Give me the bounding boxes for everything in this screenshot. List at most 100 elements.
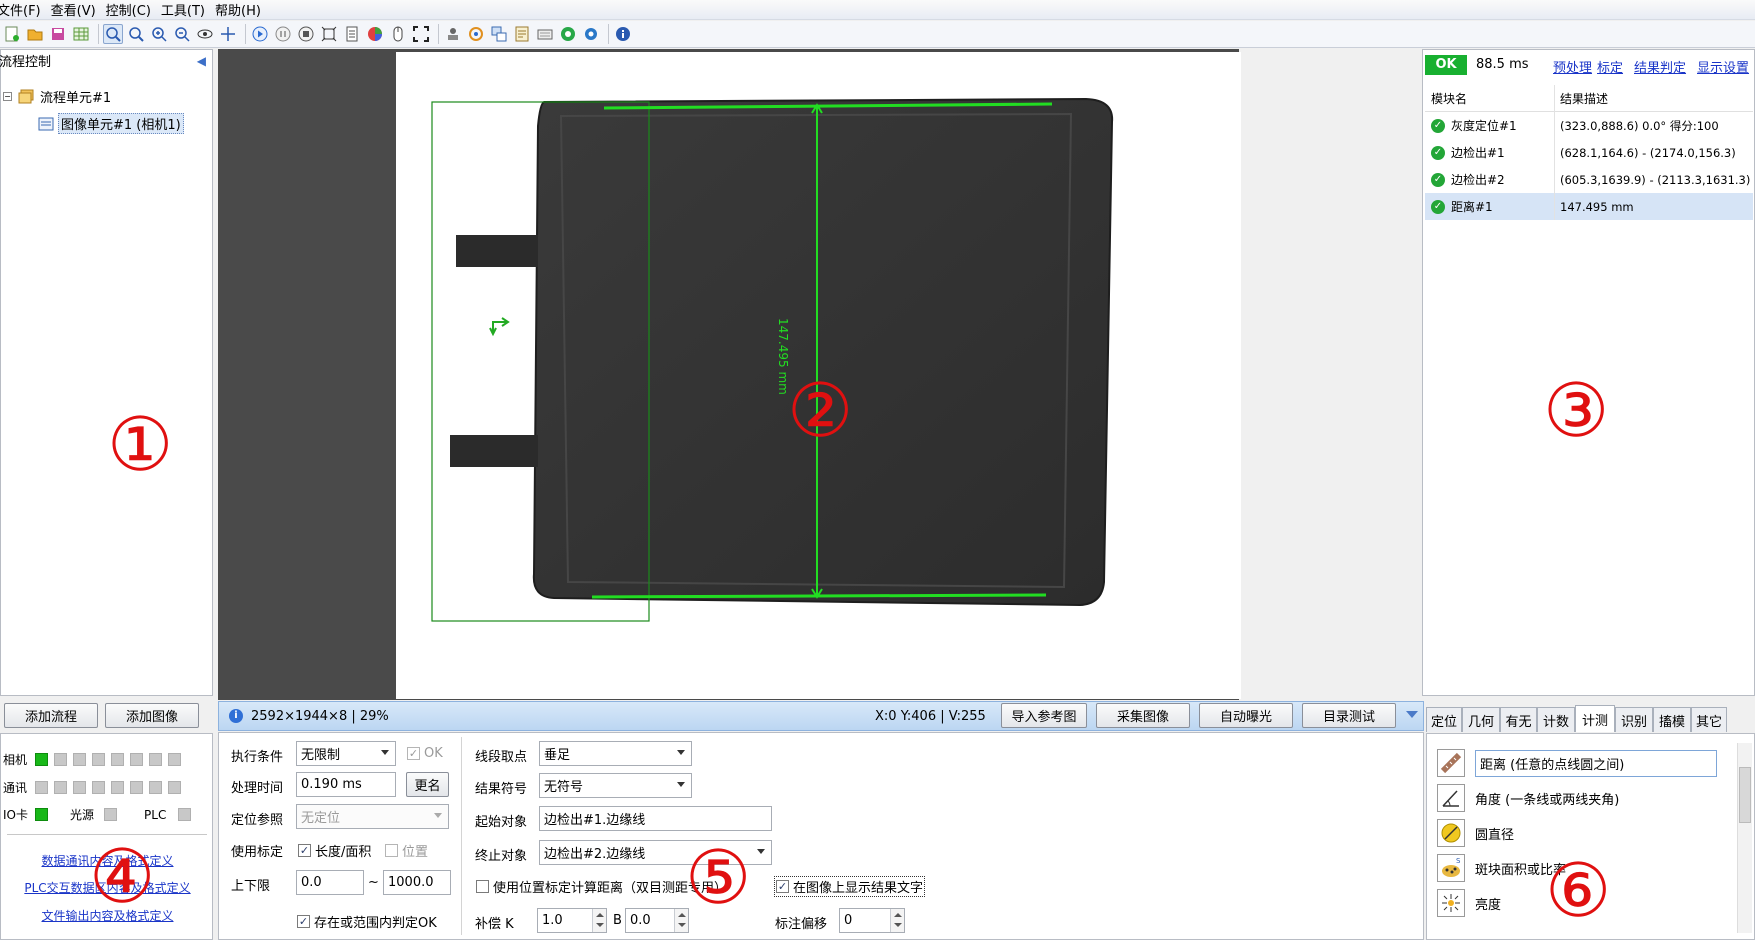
menu-help[interactable]: 帮助(H) (215, 0, 271, 19)
stamp-icon[interactable] (443, 24, 463, 44)
show-text-checkbox[interactable]: ✓ 在图像上显示结果文字 (773, 876, 926, 897)
menu-tools[interactable]: 工具(T) (161, 0, 215, 19)
color-wheel-icon[interactable] (365, 24, 385, 44)
table-row[interactable]: ✓ 边检出#1 (628.1,164.6) - (2174.0,156.3) (1425, 139, 1753, 166)
table-row-selected[interactable]: ✓ 距离#1 147.495 mm (1425, 193, 1753, 220)
tool-item-angle[interactable]: 角度 (一条线或两线夹角) (1437, 784, 1619, 812)
zoom-fit-icon[interactable] (126, 24, 146, 44)
multi-window-icon[interactable] (489, 24, 509, 44)
b-label: B (613, 913, 622, 928)
image-status-bar: i 2592×1944×8 | 29% X:0 Y:406 | V:255 导入… (218, 701, 1424, 731)
save-icon[interactable] (48, 24, 68, 44)
recycle-icon[interactable] (558, 24, 578, 44)
tree-item-flow-unit[interactable]: − 流程单元#1 (3, 87, 111, 106)
pause-icon[interactable] (273, 24, 293, 44)
position-checkbox[interactable]: 位置 (385, 841, 428, 860)
start-obj-field[interactable]: 边检出#1.边缘线 (539, 806, 772, 831)
seg-pick-value: 垂足 (544, 748, 571, 763)
lower-limit-value: 0.0 (301, 875, 322, 890)
rename-button[interactable]: 更名 (406, 772, 449, 797)
ruler-icon (1437, 749, 1465, 777)
tab-locate[interactable]: 定位 (1426, 707, 1462, 732)
judge-ok-checkbox[interactable]: ✓ 存在或范围内判定OK (297, 912, 437, 931)
toolbar-separator (438, 24, 439, 44)
tool-item-distance[interactable]: 距离 (任意的点线圆之间) (1437, 749, 1717, 777)
col-result-header: 结果描述 (1560, 91, 1609, 106)
ok-label: OK (424, 746, 443, 761)
lower-limit-field[interactable]: 0.0 (296, 870, 364, 895)
zoom-select-icon[interactable] (103, 24, 123, 44)
table-row[interactable]: ✓ 边检出#2 (605.3,1639.9) - (2113.3,1631.3) (1425, 166, 1753, 193)
result-sym-select[interactable]: 无符号 (539, 773, 692, 798)
eye-icon[interactable] (195, 24, 215, 44)
result-judge-link[interactable]: 结果判定 (1634, 57, 1686, 76)
open-folder-icon[interactable] (25, 24, 45, 44)
add-flow-button[interactable]: 添加流程 (4, 703, 98, 728)
ok-checkbox[interactable]: ✓ OK (407, 746, 443, 761)
comp-b-spinner[interactable]: 0.0 (625, 908, 689, 933)
menu-file[interactable]: 文件(F) (0, 0, 51, 19)
tool-label: 圆直径 (1475, 827, 1515, 843)
tab-presence[interactable]: 有无 (1500, 707, 1537, 732)
tree-collapse-icon[interactable]: − (3, 92, 12, 101)
gear-icon[interactable] (581, 24, 601, 44)
col-module-header: 模块名 (1425, 84, 1555, 112)
info-icon[interactable] (613, 24, 633, 44)
capture-image-button[interactable]: 采集图像 (1096, 703, 1190, 728)
spinner-arrows-icon[interactable] (592, 909, 606, 932)
menu-control[interactable]: 控制(C) (106, 0, 161, 19)
directory-test-button[interactable]: 目录测试 (1302, 703, 1396, 728)
tab-other[interactable]: 其它 (1691, 707, 1727, 732)
report-icon[interactable] (512, 24, 532, 44)
exec-cond-select[interactable]: 无限制 (296, 741, 396, 766)
zoom-in-icon[interactable] (149, 24, 169, 44)
fullscreen-icon[interactable] (411, 24, 431, 44)
annotation-marker-5: ⑤ (685, 835, 752, 921)
cycle-time-text: 88.5 ms (1476, 57, 1529, 72)
len-area-checkbox[interactable]: ✓ 长度/面积 (298, 841, 371, 860)
light-label: 光源 (70, 808, 95, 822)
document-icon[interactable] (342, 24, 362, 44)
keyboard-icon[interactable] (535, 24, 555, 44)
frame-icon[interactable] (319, 24, 339, 44)
crosshair-icon[interactable] (218, 24, 238, 44)
tab-measure[interactable]: 计测 (1575, 705, 1615, 732)
refresh-icon[interactable] (466, 24, 486, 44)
expand-down-icon[interactable] (1406, 711, 1418, 718)
tool-item-brightness[interactable]: 亮度 (1437, 889, 1501, 917)
upper-limit-field[interactable]: 1000.0 (383, 870, 451, 895)
menu-view[interactable]: 查看(V) (51, 0, 106, 19)
loc-ref-select[interactable]: 无定位 (296, 804, 449, 829)
tool-item-diameter[interactable]: 圆直径 (1437, 819, 1514, 847)
import-reference-button[interactable]: 导入参考图 (1001, 703, 1087, 728)
new-file-icon[interactable] (2, 24, 22, 44)
status-led (92, 781, 105, 794)
add-image-button[interactable]: 添加图像 (105, 703, 199, 728)
spinner-arrows-icon[interactable] (890, 909, 904, 932)
tab-identify[interactable]: 识别 (1615, 707, 1653, 732)
collapse-left-icon[interactable]: ◀ (197, 54, 206, 68)
preprocess-link[interactable]: 预处理 (1553, 57, 1592, 76)
scrollbar-thumb[interactable] (1739, 767, 1751, 823)
tool-list-scrollbar[interactable] (1737, 743, 1752, 933)
zoom-out-icon[interactable] (172, 24, 192, 44)
result-sym-label: 结果符号 (475, 782, 528, 797)
table-icon[interactable] (71, 24, 91, 44)
annotation-marker-1: ① (107, 402, 174, 488)
table-row[interactable]: ✓ 灰度定位#1 (323.0,888.6) 0.0° 得分:100 (1425, 112, 1753, 139)
play-icon[interactable] (250, 24, 270, 44)
tab-geometry[interactable]: 几何 (1462, 707, 1500, 732)
display-settings-link[interactable]: 显示设置 (1697, 57, 1749, 76)
tree-item-image-unit[interactable]: 图像单元#1 (相机1) (38, 113, 184, 134)
seg-pick-select[interactable]: 垂足 (539, 741, 692, 766)
auto-exposure-button[interactable]: 自动曝光 (1199, 703, 1293, 728)
calibration-link[interactable]: 标定 (1597, 57, 1623, 76)
tab-template[interactable]: 搐模 (1653, 707, 1691, 732)
stop-icon[interactable] (296, 24, 316, 44)
row-result: (605.3,1639.9) - (2113.3,1631.3) (1560, 172, 1751, 187)
mouse-icon[interactable] (388, 24, 408, 44)
status-led (73, 781, 86, 794)
comp-k-spinner[interactable]: 1.0 (537, 908, 607, 933)
offset-spinner[interactable]: 0 (839, 908, 905, 933)
tab-count[interactable]: 计数 (1537, 707, 1575, 732)
